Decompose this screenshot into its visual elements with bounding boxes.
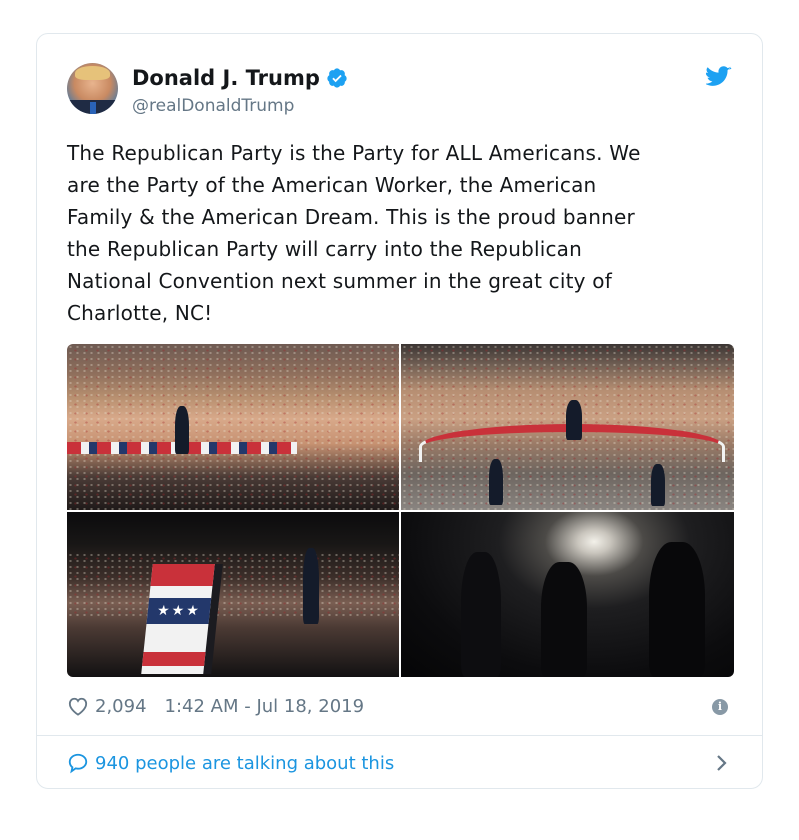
like-count[interactable]: 2,094 — [95, 696, 147, 717]
security-figure — [651, 464, 665, 506]
author-handle[interactable]: @realDonaldTrump — [132, 96, 294, 116]
info-icon[interactable]: i — [712, 699, 728, 715]
avatar-tie — [90, 102, 96, 114]
tweet-card: Donald J. Trump @realDonaldTrump The Rep… — [36, 33, 763, 789]
conversation-text[interactable]: 940 people are talking about this — [95, 753, 394, 774]
tweet-text: The Republican Party is the Party for AL… — [67, 137, 737, 329]
rally-photo-1[interactable] — [67, 344, 399, 510]
speaker-figure — [303, 548, 319, 624]
flag-podium: ★★★ — [141, 564, 215, 674]
podium-red-band — [150, 564, 215, 586]
tweet-text-line: The Republican Party is the Party for AL… — [67, 141, 641, 165]
chevron-right-icon[interactable] — [715, 753, 729, 773]
author-avatar[interactable] — [67, 63, 118, 114]
rally-photo-2[interactable] — [401, 344, 734, 510]
speech-bubble-icon — [68, 753, 88, 774]
author-name-row[interactable]: Donald J. Trump — [132, 66, 348, 90]
security-figure — [489, 459, 503, 505]
divider — [37, 735, 762, 736]
security-figure — [649, 542, 705, 677]
tweet-timestamp[interactable]: 1:42 AM - Jul 18, 2019 — [165, 696, 365, 717]
speaker-figure — [175, 406, 189, 454]
tweet-text-line: are the Party of the American Worker, th… — [67, 173, 597, 197]
podium-stars: ★★★ — [146, 598, 212, 624]
avatar-hair — [75, 66, 110, 80]
tweet-text-line: the Republican Party will carry into the… — [67, 237, 583, 261]
tweet-text-line: Charlotte, NC! — [67, 301, 213, 325]
tweet-meta: 2,094 1:42 AM - Jul 18, 2019 — [67, 692, 364, 720]
rally-photo-4[interactable] — [401, 512, 734, 677]
walking-figure — [541, 562, 587, 677]
tweet-text-line: National Convention next summer in the g… — [67, 269, 612, 293]
speaker-figure — [566, 400, 582, 440]
security-figure — [461, 552, 501, 677]
crowd-texture — [67, 552, 399, 617]
author-name[interactable]: Donald J. Trump — [132, 66, 320, 90]
heart-icon[interactable] — [67, 696, 89, 716]
podium-red-band — [142, 652, 206, 666]
twitter-bird-icon[interactable] — [706, 66, 732, 88]
verified-badge-icon — [327, 68, 347, 88]
rally-photo-3[interactable]: ★★★ — [67, 512, 399, 677]
tweet-text-line: Family & the American Dream. This is the… — [67, 205, 635, 229]
conversation-link[interactable]: 940 people are talking about this — [67, 750, 394, 776]
crowd-texture — [67, 344, 399, 510]
media-grid: ★★★ — [67, 344, 734, 677]
